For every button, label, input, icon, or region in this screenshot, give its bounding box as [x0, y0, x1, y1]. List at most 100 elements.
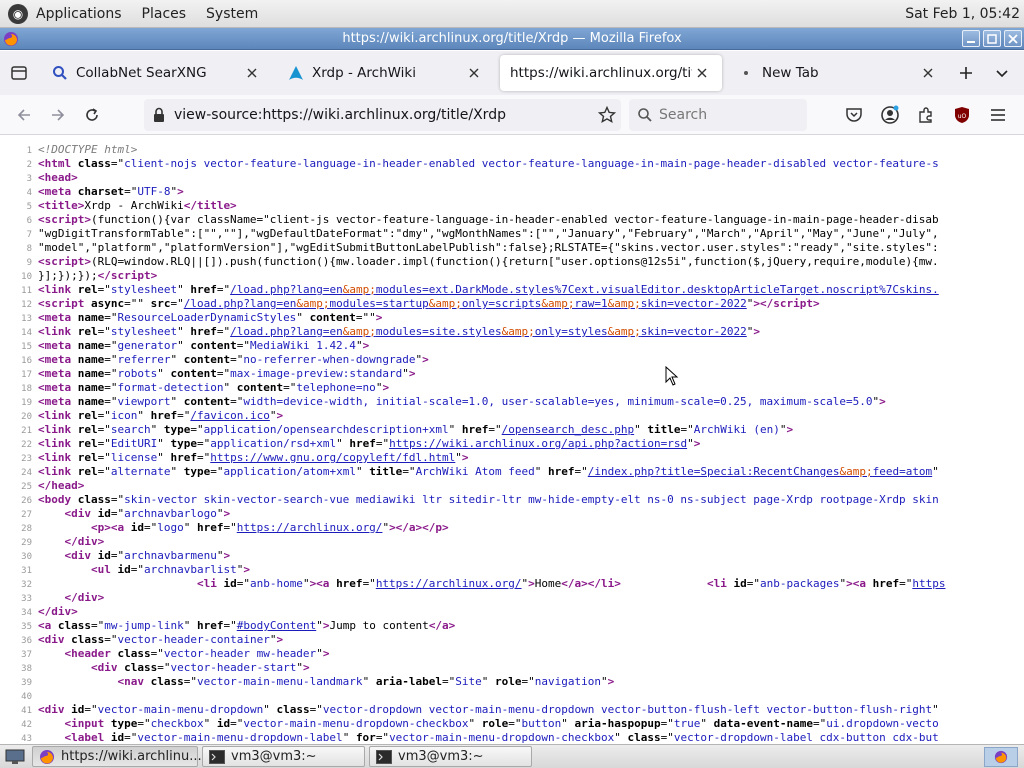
source-line: 20 <link rel="icon" href="/favicon.ico">	[0, 409, 1024, 423]
close-tab-icon[interactable]	[242, 63, 262, 83]
source-link[interactable]: /favicon.ico	[190, 409, 269, 422]
source-link[interactable]: https://wiki.archlinux.org/api.php?actio…	[389, 437, 687, 450]
source-code: <ul id="archnavbarlist">	[90, 563, 250, 576]
line-number: 9	[26, 258, 32, 268]
source-line: 14 <link rel="stylesheet" href="/load.php…	[0, 325, 1024, 339]
reload-button[interactable]	[75, 98, 109, 132]
firefox-icon	[4, 32, 18, 46]
line-number: 25	[21, 482, 32, 492]
source-code: <head>	[38, 171, 78, 184]
close-tab-icon[interactable]	[464, 63, 484, 83]
source-line: 3 <head>	[0, 171, 1024, 185]
svg-text:uO: uO	[958, 113, 967, 120]
ublock-button[interactable]: uO	[944, 98, 980, 132]
lock-icon	[154, 107, 164, 122]
line-number: 27	[21, 510, 32, 520]
source-line: 39 <nav class="vector-main-menu-landmark…	[0, 675, 1024, 689]
taskbar-item-terminal-1[interactable]: vm3@vm3:~	[202, 746, 365, 767]
taskbar-item-label: vm3@vm3:~	[231, 749, 317, 764]
app-menu-button[interactable]	[980, 98, 1016, 132]
show-desktop-button[interactable]	[2, 746, 28, 768]
source-line: 10}];});});</script>	[0, 269, 1024, 283]
new-tab-button[interactable]	[948, 55, 984, 91]
source-line: 23 <link rel="license" href="https://www.…	[0, 451, 1024, 465]
panel-clock[interactable]: Sat Feb 1, 05:42	[905, 6, 1024, 22]
url-text[interactable]: view-source:https://wiki.archlinux.org/t…	[174, 107, 593, 123]
hamburger-menu-icon	[991, 109, 1005, 121]
applications-menu-label: Applications	[36, 5, 122, 22]
line-number: 15	[21, 342, 32, 352]
maximize-button[interactable]	[983, 30, 1001, 47]
close-tab-icon[interactable]	[918, 63, 938, 83]
search-input[interactable]	[659, 107, 799, 123]
line-number: 18	[21, 384, 32, 394]
close-tab-icon[interactable]	[692, 63, 712, 83]
extensions-button[interactable]	[908, 98, 944, 132]
line-number: 26	[21, 496, 32, 506]
places-menu[interactable]: Places	[132, 0, 197, 28]
source-link[interactable]: https://www.gnu.org/copyleft/fdl.html	[210, 451, 455, 464]
tab-xrdp-archwiki[interactable]: Xrdp - ArchWiki	[278, 55, 494, 91]
source-code: <p><a id="logo" href="https://archlinux.…	[90, 521, 449, 534]
line-number: 3	[26, 174, 32, 184]
search-icon	[638, 108, 652, 122]
source-code: <link rel="license" href="https://www.gn…	[38, 451, 469, 464]
source-line: 42 <input type="checkbox" id="vector-mai…	[0, 717, 1024, 731]
search-icon	[52, 65, 68, 81]
source-link[interactable]: /index.php?title=Special:RecentChanges&a…	[588, 465, 932, 478]
source-code: <meta name="generator" content="MediaWik…	[38, 339, 370, 352]
source-link[interactable]: /load.php?lang=en&amp;modules=site.style…	[230, 325, 747, 338]
system-menu[interactable]: System	[196, 0, 268, 28]
taskbar-item-terminal-2[interactable]: vm3@vm3:~	[369, 746, 532, 767]
line-number: 37	[21, 650, 32, 660]
line-number: 43	[21, 734, 32, 744]
line-number: 35	[21, 622, 32, 632]
forward-button[interactable]	[41, 98, 75, 132]
source-link[interactable]: https://archlinux.org/	[237, 521, 383, 534]
list-all-tabs-button[interactable]	[984, 55, 1020, 91]
workspace-switcher[interactable]	[984, 746, 1018, 767]
tab-label: CollabNet SearXNG	[76, 65, 207, 81]
source-link[interactable]: /load.php?lang=en&amp;modules=startup&am…	[184, 297, 747, 310]
tab-view-source[interactable]: https://wiki.archlinux.org/title/X	[500, 55, 722, 91]
search-bar[interactable]	[629, 99, 807, 131]
mouse-pointer-icon	[665, 366, 679, 386]
bookmark-star-icon[interactable]	[593, 106, 621, 124]
source-link[interactable]: https://archlinux.org/	[376, 577, 522, 590]
tab-collabnet-searxng[interactable]: CollabNet SearXNG	[42, 55, 272, 91]
firefox-view-button[interactable]	[0, 51, 38, 95]
source-code: <script async="" src="/load.php?lang=en&…	[38, 297, 820, 310]
back-button[interactable]	[7, 98, 41, 132]
line-number: 28	[21, 524, 32, 534]
source-link[interactable]: /opensearch_desc.php	[502, 423, 634, 436]
source-code: </div>	[38, 605, 78, 618]
archwiki-icon	[288, 65, 304, 81]
source-line: 25 </head>	[0, 479, 1024, 493]
minimize-button[interactable]	[962, 30, 980, 47]
source-line: 16 <meta name="referrer" content="no-refe…	[0, 353, 1024, 367]
source-link[interactable]: https	[912, 577, 945, 590]
url-bar[interactable]: view-source:https://wiki.archlinux.org/t…	[144, 99, 621, 131]
line-number: 23	[21, 454, 32, 464]
line-number: 41	[21, 706, 32, 716]
window-titlebar[interactable]: https://wiki.archlinux.org/title/Xrdp — …	[0, 28, 1024, 50]
source-code: <body class="skin-vector skin-vector-sea…	[38, 493, 939, 506]
top-panel: ◉ Applications Places System Sat Feb 1, …	[0, 0, 1024, 28]
source-link[interactable]: #bodyContent	[237, 619, 316, 632]
line-number: 5	[26, 202, 32, 212]
account-button[interactable]	[872, 98, 908, 132]
source-line: 5 <title>Xrdp - ArchWiki</title>	[0, 199, 1024, 213]
close-window-button[interactable]	[1004, 30, 1022, 47]
view-source-content[interactable]: 1 <!DOCTYPE html> 2 <html class="client-noj…	[0, 136, 1024, 744]
source-code: <link rel="search" type="application/ope…	[38, 423, 794, 436]
dot-icon	[738, 65, 754, 81]
source-line: 31 <ul id="archnavbarlist">	[0, 563, 1024, 577]
taskbar-item-firefox[interactable]: https://wiki.archlinu...	[32, 746, 202, 767]
source-code: </div>	[64, 591, 105, 604]
tab-new-tab[interactable]: New Tab	[728, 55, 948, 91]
applications-menu[interactable]: ◉ Applications	[0, 0, 132, 28]
pocket-button[interactable]	[836, 98, 872, 132]
source-code: "wgDigitTransformTable":["",""],"wgDefau…	[38, 227, 939, 240]
source-line: 12 <script async="" src="/load.php?lang=e…	[0, 297, 1024, 311]
source-link[interactable]: /load.php?lang=en&amp;modules=ext.DarkMo…	[230, 283, 939, 296]
